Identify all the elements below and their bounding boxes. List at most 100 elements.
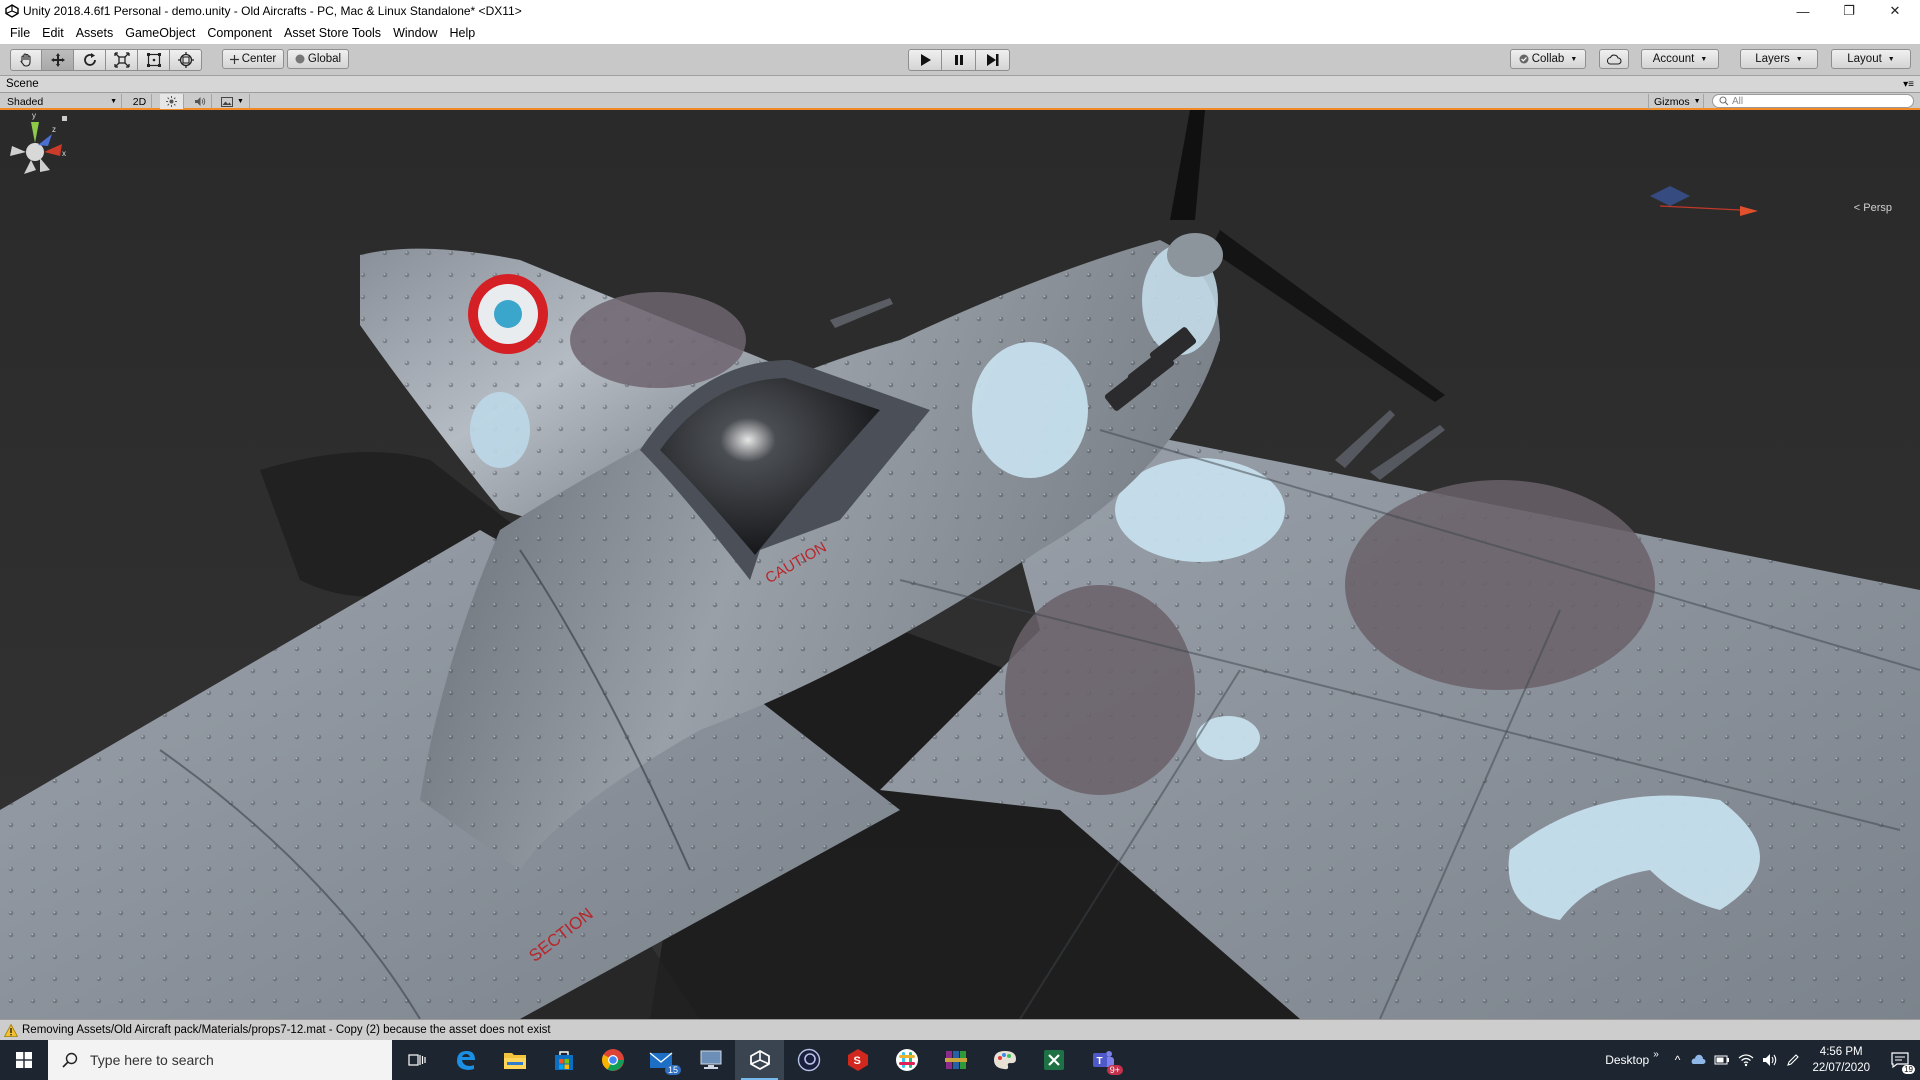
edge-app[interactable] bbox=[441, 1040, 490, 1080]
lock-icon[interactable] bbox=[62, 116, 67, 121]
projection-label: Persp bbox=[1863, 202, 1892, 214]
2d-label: 2D bbox=[132, 95, 147, 108]
playback-controls bbox=[908, 49, 1010, 71]
unity-app[interactable] bbox=[735, 1040, 784, 1080]
mail-app[interactable]: 15 bbox=[637, 1040, 686, 1080]
start-button[interactable] bbox=[0, 1040, 48, 1080]
chevron-down-icon: ▼ bbox=[237, 98, 244, 105]
move-arrows-icon bbox=[50, 53, 65, 67]
scene-search-input[interactable]: All bbox=[1712, 94, 1914, 108]
layers-dropdown[interactable]: Layers ▼ bbox=[1740, 49, 1818, 69]
effects-dropdown[interactable]: ▼ bbox=[216, 94, 250, 109]
rotate-tool-button[interactable] bbox=[74, 49, 106, 71]
menu-file[interactable]: File bbox=[4, 26, 36, 40]
step-forward-icon bbox=[986, 54, 998, 66]
menu-edit[interactable]: Edit bbox=[36, 26, 70, 40]
menu-window[interactable]: Window bbox=[387, 26, 443, 40]
wifi-icon[interactable] bbox=[1738, 1053, 1754, 1067]
substance-icon: S bbox=[847, 1049, 868, 1071]
aircraft-render: CAUTION SECTION bbox=[0, 110, 1920, 1019]
scene-toolbar: Shaded ▼ 2D ▼ Gizmos ▼ All bbox=[0, 93, 1920, 110]
chevron-down-icon: ▼ bbox=[1887, 55, 1895, 63]
substance-painter-app[interactable]: S bbox=[833, 1040, 882, 1080]
store-app[interactable] bbox=[539, 1040, 588, 1080]
main-toolbar: Center Global Collab ▼ Account ▼ Layers … bbox=[0, 44, 1920, 76]
transform-tool-button[interactable] bbox=[170, 49, 202, 71]
shading-mode-dropdown[interactable]: Shaded ▼ bbox=[2, 94, 122, 109]
lighting-toggle[interactable] bbox=[160, 94, 184, 109]
pause-button[interactable] bbox=[942, 49, 976, 71]
clock-time: 4:56 PM bbox=[1819, 1046, 1863, 1058]
windows-logo-icon bbox=[16, 1052, 32, 1068]
taskbar-search-input[interactable]: Type here to search bbox=[48, 1040, 392, 1080]
winrar-app[interactable] bbox=[931, 1040, 980, 1080]
hand-tool-button[interactable] bbox=[10, 49, 42, 71]
chevron-down-icon: ▼ bbox=[1570, 55, 1578, 63]
menu-asset-store-tools[interactable]: Asset Store Tools bbox=[278, 26, 387, 40]
scale-tool-button[interactable] bbox=[106, 49, 138, 71]
network-app[interactable] bbox=[686, 1040, 735, 1080]
svg-text:S: S bbox=[853, 1055, 860, 1067]
collab-dropdown[interactable]: Collab ▼ bbox=[1510, 49, 1586, 69]
play-button[interactable] bbox=[908, 49, 942, 71]
collab-label: Collab bbox=[1531, 53, 1565, 65]
account-dropdown[interactable]: Account ▼ bbox=[1641, 49, 1719, 69]
rect-tool-button[interactable] bbox=[138, 49, 170, 71]
2d-toggle[interactable]: 2D bbox=[128, 94, 152, 109]
orientation-gizmo[interactable]: y z x bbox=[0, 110, 70, 220]
minimize-button[interactable]: — bbox=[1780, 0, 1826, 22]
paint-app[interactable] bbox=[980, 1040, 1029, 1080]
excel-app[interactable] bbox=[1029, 1040, 1078, 1080]
task-view-button[interactable] bbox=[392, 1040, 441, 1080]
pivot-rotation-button[interactable]: Global bbox=[287, 49, 349, 69]
projection-toggle[interactable]: < Persp bbox=[1854, 202, 1892, 214]
cinema4d-app[interactable] bbox=[784, 1040, 833, 1080]
menu-component[interactable]: Component bbox=[201, 26, 278, 40]
task-view-icon bbox=[407, 1054, 426, 1066]
chevron-down-icon: ▼ bbox=[1795, 55, 1803, 63]
menu-bar: File Edit Assets GameObject Component As… bbox=[0, 22, 1920, 44]
restore-button[interactable]: ❐ bbox=[1826, 0, 1872, 22]
menu-help[interactable]: Help bbox=[444, 26, 482, 40]
battery-icon[interactable] bbox=[1714, 1054, 1730, 1066]
chevron-right-icon[interactable]: » bbox=[1653, 1049, 1659, 1060]
cloud-button[interactable] bbox=[1599, 49, 1629, 69]
status-bar[interactable]: Removing Assets/Old Aircraft pack/Materi… bbox=[0, 1019, 1920, 1040]
desktop-toolbar-label[interactable]: Desktop bbox=[1605, 1053, 1649, 1067]
sun-icon bbox=[166, 96, 177, 107]
chrome-app[interactable] bbox=[588, 1040, 637, 1080]
scale-icon bbox=[113, 52, 130, 68]
tab-menu-icon[interactable]: ▾≡ bbox=[1903, 79, 1914, 90]
notifications-button[interactable]: 19 bbox=[1880, 1040, 1920, 1080]
chevron-down-icon: ▼ bbox=[1700, 55, 1708, 63]
palette-icon bbox=[993, 1051, 1016, 1070]
store-bag-icon bbox=[554, 1051, 573, 1070]
teams-app[interactable]: T 9+ bbox=[1078, 1040, 1127, 1080]
taskbar-search-placeholder: Type here to search bbox=[90, 1052, 214, 1068]
unity-icon bbox=[749, 1049, 770, 1071]
slack-app[interactable] bbox=[882, 1040, 931, 1080]
pen-icon[interactable] bbox=[1786, 1053, 1800, 1067]
volume-icon[interactable] bbox=[1762, 1053, 1778, 1067]
scene-viewport[interactable]: CAUTION SECTION y z x < Persp bbox=[0, 110, 1920, 1019]
pause-icon bbox=[954, 55, 963, 65]
gizmos-dropdown[interactable]: Gizmos ▼ bbox=[1648, 94, 1704, 109]
menu-gameobject[interactable]: GameObject bbox=[119, 26, 201, 40]
pivot-rotation-label: Global bbox=[307, 53, 342, 65]
svg-text:x: x bbox=[62, 149, 66, 158]
step-button[interactable] bbox=[976, 49, 1010, 71]
close-button[interactable]: ✕ bbox=[1872, 0, 1918, 22]
chevron-up-icon[interactable]: ^ bbox=[1675, 1053, 1681, 1067]
layout-dropdown[interactable]: Layout ▼ bbox=[1831, 49, 1911, 69]
warning-icon bbox=[4, 1023, 18, 1037]
file-explorer-app[interactable] bbox=[490, 1040, 539, 1080]
onedrive-icon[interactable] bbox=[1690, 1054, 1706, 1066]
audio-toggle[interactable] bbox=[188, 94, 212, 109]
check-icon bbox=[1519, 54, 1529, 64]
move-tool-button[interactable] bbox=[42, 49, 74, 71]
clock[interactable]: 4:56 PM 22/07/2020 bbox=[1812, 1044, 1870, 1076]
pivot-mode-button[interactable]: Center bbox=[222, 49, 284, 69]
menu-assets[interactable]: Assets bbox=[70, 26, 120, 40]
window-titlebar: Unity 2018.4.6f1 Personal - demo.unity -… bbox=[0, 0, 1920, 22]
tab-scene[interactable]: Scene bbox=[6, 78, 39, 90]
